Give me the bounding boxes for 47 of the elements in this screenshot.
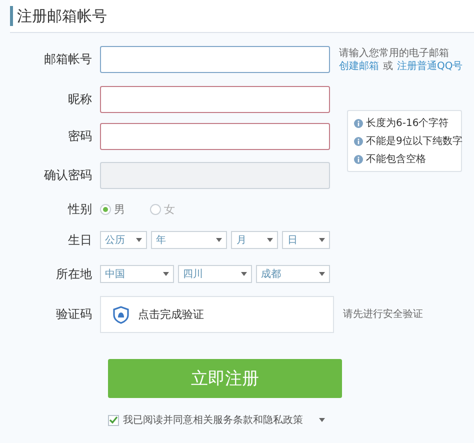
radio-label: 女 bbox=[164, 202, 175, 216]
input-field[interactable] bbox=[100, 86, 330, 113]
checkbox[interactable] bbox=[108, 414, 119, 426]
dropdown[interactable]: 成都 bbox=[256, 265, 330, 283]
caret-icon bbox=[136, 238, 142, 242]
dropdown[interactable]: 日 bbox=[282, 231, 330, 249]
info-icon bbox=[354, 136, 363, 146]
hint-text: 请先进行安全验证 bbox=[343, 308, 423, 321]
info-icon bbox=[354, 154, 363, 164]
radio-button[interactable] bbox=[150, 204, 161, 214]
caret-icon bbox=[163, 272, 169, 276]
dropdown[interactable]: 月 bbox=[231, 231, 278, 249]
input-field[interactable] bbox=[100, 123, 330, 150]
captcha-button[interactable]: 点击完成验证 bbox=[100, 296, 334, 333]
caret-icon[interactable] bbox=[319, 418, 325, 422]
dropdown[interactable]: 四川 bbox=[178, 265, 252, 283]
radio-label: 男 bbox=[114, 202, 125, 216]
dropdown[interactable]: 中国 bbox=[100, 265, 174, 283]
separator-text: 或 bbox=[383, 60, 393, 72]
register-button[interactable]: 立即注册 bbox=[108, 359, 342, 398]
info-icon bbox=[354, 118, 363, 128]
register-qq-link[interactable]: 注册普通QQ号 bbox=[397, 60, 463, 72]
radio-button[interactable] bbox=[100, 204, 111, 214]
field-label: 性别 bbox=[66, 200, 93, 218]
create-mailbox-link[interactable]: 创建邮箱 bbox=[339, 60, 379, 72]
caret-icon bbox=[319, 272, 325, 276]
shield-icon bbox=[113, 306, 129, 324]
agreement-text: 我已阅读并同意相关服务条款和隐私政策 bbox=[123, 414, 303, 427]
field-label: 验证码 bbox=[55, 306, 93, 323]
field-label: 确认密码 bbox=[43, 167, 93, 184]
caret-icon bbox=[216, 238, 222, 242]
field-label: 昵称 bbox=[67, 91, 93, 108]
rule-text: 长度为6-16个字符 bbox=[366, 116, 449, 130]
field-label: 所在地 bbox=[55, 266, 93, 282]
field-label: 密码 bbox=[67, 128, 93, 145]
rule-text: 不能包含空格 bbox=[366, 152, 426, 166]
rule-text: 不能是9位以下纯数字 bbox=[366, 134, 462, 148]
dropdown[interactable]: 年 bbox=[150, 231, 228, 249]
field-label: 邮箱帐号 bbox=[43, 51, 93, 68]
dropdown[interactable]: 公历 bbox=[100, 231, 147, 249]
page-title: 注册邮箱帐号 bbox=[10, 6, 107, 26]
input-field[interactable] bbox=[100, 46, 330, 73]
hint-text: 请输入您常用的电子邮箱 bbox=[339, 46, 450, 60]
caret-icon bbox=[318, 238, 325, 242]
caret-icon bbox=[267, 238, 274, 242]
field-label: 生日 bbox=[67, 232, 93, 248]
caret-icon bbox=[241, 272, 247, 276]
